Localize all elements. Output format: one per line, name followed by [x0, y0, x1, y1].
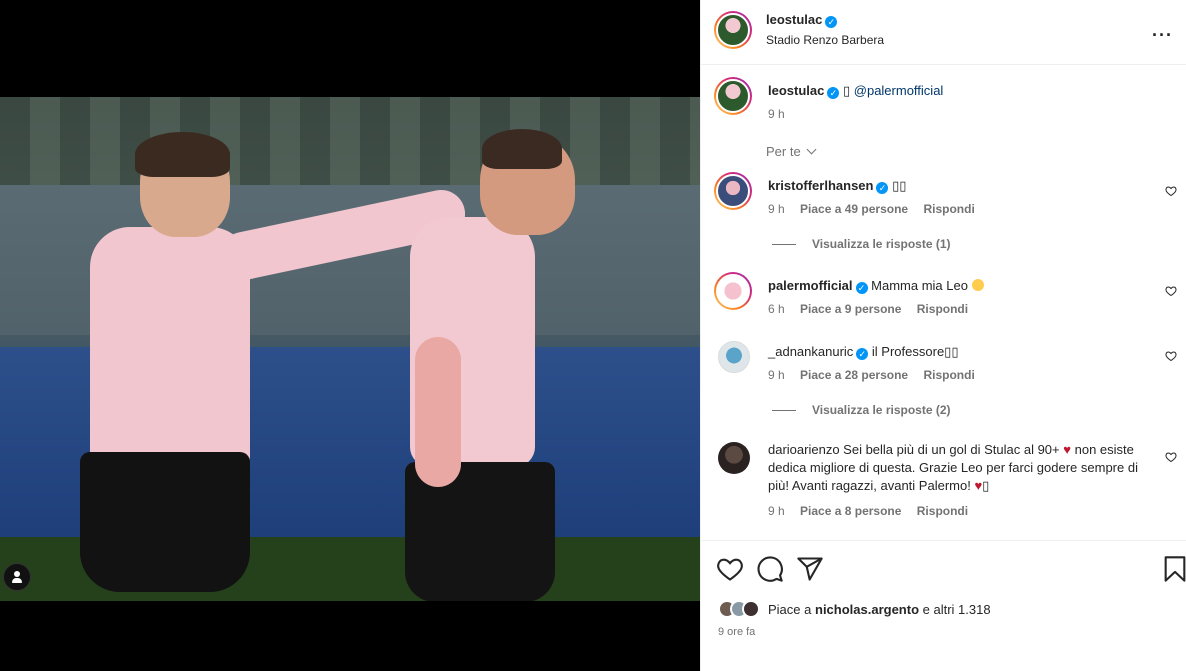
- view-replies-button[interactable]: Visualizza le risposte (1): [772, 237, 951, 251]
- comment-username[interactable]: _adnankanuric: [768, 344, 853, 359]
- comment-time: 9 h: [768, 504, 785, 518]
- comment-item: palermofficial ✓ Mamma mia Leo 6 h Piace …: [701, 270, 1186, 325]
- comment-likes-link[interactable]: Piace a 49 persone: [800, 202, 908, 216]
- sort-dropdown[interactable]: Per te: [766, 144, 817, 159]
- post-timestamp: 9 ore fa: [718, 626, 756, 638]
- likes-prefix: Piace a: [768, 601, 812, 617]
- player-left-shorts: [80, 452, 250, 592]
- comment-avatar[interactable]: [718, 341, 750, 373]
- post-header: leostulac ✓ Stadio Renzo Barbera ···: [701, 0, 1186, 65]
- replies-divider: [772, 410, 796, 412]
- liker-avatar: [742, 600, 760, 618]
- photo-stands: [0, 97, 700, 192]
- comment-heart-icon[interactable]: [1165, 185, 1177, 197]
- comment-username[interactable]: kristofferlhansen: [768, 178, 873, 193]
- view-replies-label: Visualizza le risposte (2): [812, 403, 951, 417]
- comment-username[interactable]: darioarienzo: [768, 442, 840, 457]
- user-tag-button[interactable]: [3, 563, 31, 591]
- comment-likes-link[interactable]: Piace a 8 persone: [800, 504, 901, 518]
- chevron-down-icon: [806, 144, 817, 155]
- view-replies-label: Visualizza le risposte (1): [812, 237, 951, 251]
- caption-username[interactable]: leostulac: [768, 83, 824, 98]
- reply-button[interactable]: Rispondi: [917, 504, 968, 518]
- caption-time: 9 h: [768, 107, 785, 121]
- user-tag-icon: [11, 571, 23, 583]
- comment-text: Mamma mia Leo: [871, 278, 968, 293]
- author-avatar[interactable]: [714, 11, 752, 49]
- comment-heart-icon[interactable]: [1165, 350, 1177, 362]
- caption-avatar[interactable]: [714, 77, 752, 115]
- bookmark-icon[interactable]: [1161, 555, 1186, 583]
- post-actions: Piace a nicholas.argento e altri 1.318 9…: [701, 540, 1186, 671]
- reply-button[interactable]: Rispondi: [917, 302, 968, 316]
- comment-text-part1: Sei bella più di un gol di Stulac al 90+: [843, 442, 1060, 457]
- comment-item: darioarienzo Sei bella più di un gol di …: [701, 440, 1186, 530]
- comment-likes-link[interactable]: Piace a 9 persone: [800, 302, 901, 316]
- author-username[interactable]: leostulac: [766, 12, 822, 27]
- comment-heart-icon[interactable]: [1165, 285, 1177, 297]
- comment-time: 6 h: [768, 302, 785, 316]
- heart-emoji-icon: ♥: [1063, 442, 1071, 457]
- caption-glyph: ▯: [842, 83, 851, 98]
- view-replies-button[interactable]: Visualizza le risposte (2): [772, 403, 951, 417]
- sort-label: Per te: [766, 144, 801, 159]
- caption-mention-link[interactable]: @palermofficial: [854, 83, 944, 98]
- player-right-hair: [482, 129, 562, 169]
- comment-icon[interactable]: [756, 555, 784, 583]
- post-photo[interactable]: [0, 97, 700, 601]
- verified-badge-icon: ✓: [855, 282, 868, 294]
- comment-item: _adnankanuric ✓ il Professore▯▯ 9 h Piace…: [701, 338, 1186, 423]
- smiling-face-icon: [971, 279, 984, 291]
- comment-time: 9 h: [768, 202, 785, 216]
- comment-heart-icon[interactable]: [1165, 451, 1177, 463]
- verified-badge-icon: ✓: [825, 16, 838, 28]
- player-right-arm: [415, 337, 461, 487]
- post-location[interactable]: Stadio Renzo Barbera: [766, 33, 884, 47]
- comment-text: il Professore▯▯: [871, 344, 959, 359]
- comment-avatar[interactable]: [718, 442, 750, 474]
- heart-emoji-icon: ♥: [974, 478, 983, 493]
- reply-button[interactable]: Rispondi: [923, 368, 974, 382]
- post-media: [0, 0, 700, 671]
- comment-text: ▯▯: [892, 178, 907, 193]
- player-left-hair: [135, 132, 230, 177]
- replies-divider: [772, 244, 796, 246]
- comment-time: 9 h: [768, 368, 785, 382]
- send-icon[interactable]: [796, 555, 824, 583]
- post-caption: leostulac ✓ ▯ @palermofficial 9 h: [701, 75, 1186, 135]
- verified-badge-icon: ✓: [856, 348, 869, 360]
- likes-suffix[interactable]: e altri 1.318: [923, 602, 991, 617]
- comment-avatar[interactable]: [714, 272, 752, 310]
- comment-text-part3: ▯: [982, 478, 990, 493]
- likes-summary[interactable]: Piace a nicholas.argento e altri 1.318: [718, 598, 991, 620]
- verified-badge-icon: ✓: [827, 87, 840, 99]
- more-options-icon[interactable]: ···: [1152, 25, 1173, 46]
- comment-username[interactable]: palermofficial: [768, 278, 853, 293]
- post-side-panel: leostulac ✓ Stadio Renzo Barbera ··· leos…: [700, 0, 1186, 671]
- heart-icon[interactable]: [716, 555, 744, 583]
- likes-user-link[interactable]: nicholas.argento: [815, 602, 919, 617]
- comment-likes-link[interactable]: Piace a 28 persone: [800, 368, 908, 382]
- reply-button[interactable]: Rispondi: [923, 202, 974, 216]
- verified-badge-icon: ✓: [876, 182, 889, 194]
- comment-avatar[interactable]: [714, 172, 752, 210]
- comment-item: kristofferlhansen ✓ ▯▯ 9 h Piace a 49 per…: [701, 170, 1186, 260]
